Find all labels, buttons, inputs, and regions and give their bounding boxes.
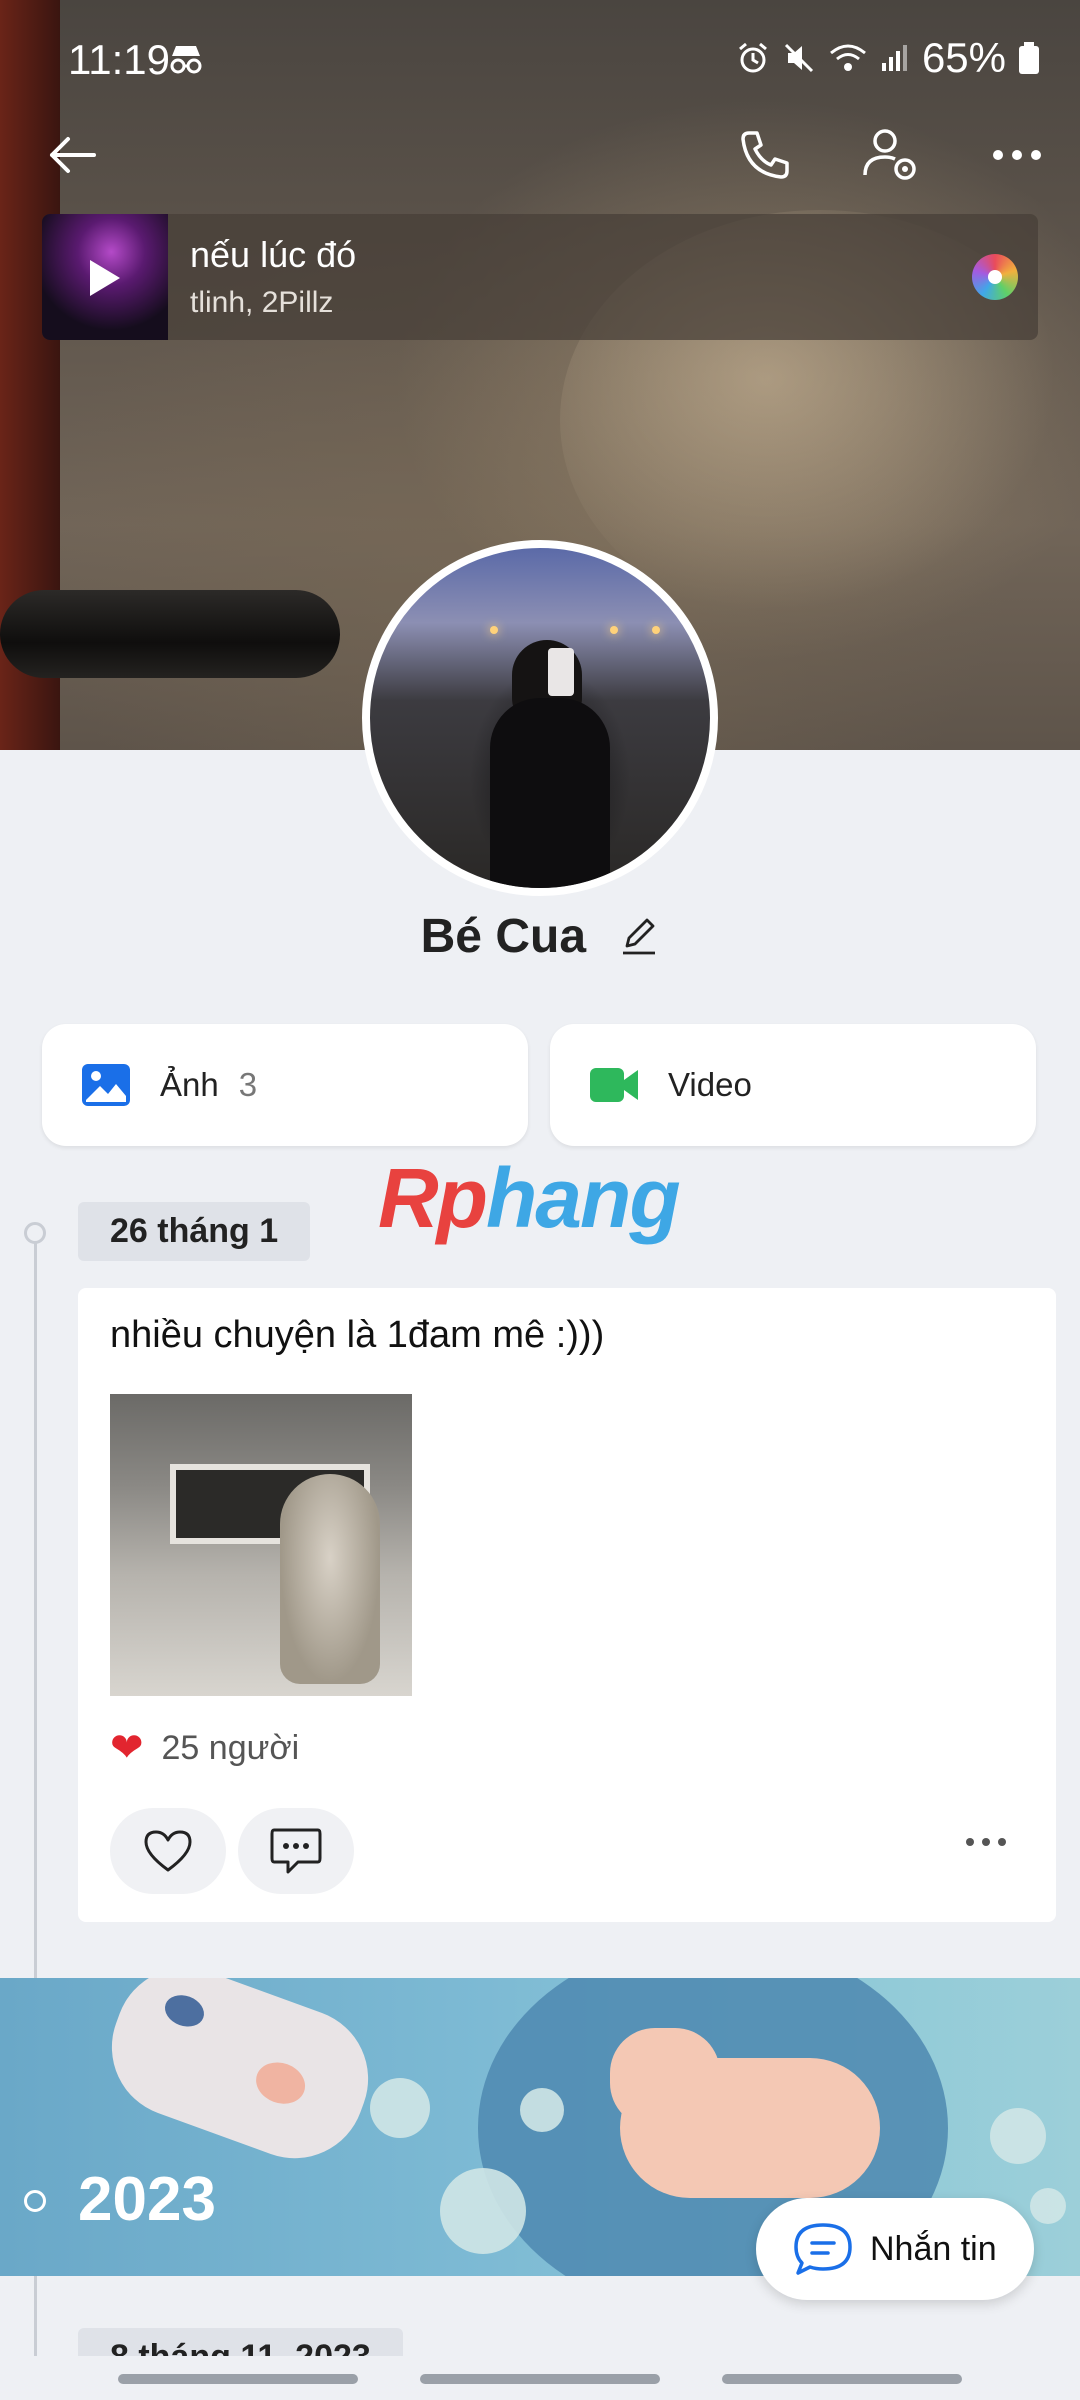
profile-music-card[interactable]: nếu lúc đó tlinh, 2Pillz bbox=[42, 214, 1038, 340]
more-horizontal-icon bbox=[993, 150, 1041, 160]
video-label: Video bbox=[668, 1066, 752, 1103]
dot bbox=[982, 1838, 990, 1846]
yarn-ball bbox=[520, 2088, 564, 2132]
alarm-icon bbox=[738, 42, 767, 73]
profile-settings-button[interactable] bbox=[856, 120, 926, 190]
avatar-light bbox=[610, 626, 618, 634]
incognito-icon bbox=[170, 46, 202, 74]
likes-count: 25 người bbox=[161, 1728, 300, 1767]
yarn-ball bbox=[990, 2108, 1046, 2164]
post-date-chip: 26 tháng 1 bbox=[78, 1202, 311, 1261]
post-text: nhiều chuyện là 1đam mê :))) bbox=[110, 1314, 605, 1356]
nav-handle[interactable] bbox=[118, 2374, 358, 2384]
yarn-ball bbox=[440, 2168, 526, 2254]
photo-cat bbox=[280, 1474, 380, 1684]
status-icons: 65% bbox=[736, 34, 1040, 82]
watermark-part: Rp bbox=[378, 1151, 488, 1245]
post-more-button[interactable] bbox=[966, 1838, 1006, 1846]
edit-pencil-icon[interactable] bbox=[619, 916, 659, 956]
profile-name-row: Bé Cua bbox=[0, 906, 1080, 964]
timeline-year-dot bbox=[24, 2190, 46, 2212]
system-nav-bar bbox=[0, 2356, 1080, 2400]
dot bbox=[998, 1838, 1006, 1846]
video-camera-icon bbox=[590, 1068, 638, 1102]
banner-cat-illustration bbox=[92, 1978, 388, 2178]
play-icon bbox=[90, 260, 120, 296]
timeline-dot bbox=[24, 1222, 46, 1244]
avatar-figure bbox=[490, 698, 610, 888]
post-photo[interactable] bbox=[110, 1394, 412, 1696]
photos-button[interactable]: Ảnh 3 bbox=[42, 1024, 528, 1146]
cover-handle bbox=[0, 590, 340, 678]
avatar-light bbox=[490, 626, 498, 634]
send-message-label: Nhắn tin bbox=[870, 2229, 997, 2268]
signal-icon bbox=[881, 45, 907, 71]
cat-spot bbox=[250, 2055, 311, 2111]
battery-icon bbox=[1019, 42, 1039, 74]
arrow-left-icon bbox=[50, 137, 96, 173]
wifi-icon bbox=[829, 44, 866, 71]
music-title: nếu lúc đó bbox=[190, 234, 357, 275]
avatar[interactable] bbox=[362, 540, 718, 896]
nav-handle[interactable] bbox=[420, 2374, 660, 2384]
music-thumbnail[interactable] bbox=[42, 214, 168, 340]
post-likes[interactable]: ❤ 25 người bbox=[110, 1728, 299, 1768]
post-card: nhiều chuyện là 1đam mê :))) ❤ 25 người bbox=[78, 1288, 1056, 1922]
top-nav bbox=[0, 110, 1080, 190]
watermark-part: hang bbox=[485, 1151, 681, 1245]
send-message-button[interactable]: Nhắn tin bbox=[756, 2198, 1034, 2300]
dot bbox=[966, 1838, 974, 1846]
call-button[interactable] bbox=[730, 120, 800, 190]
year-label: 2023 bbox=[78, 2165, 216, 2234]
photos-label: Ảnh bbox=[160, 1066, 219, 1103]
nav-handle[interactable] bbox=[722, 2374, 962, 2384]
back-button[interactable] bbox=[38, 120, 108, 190]
status-bar: 11:19 65% bbox=[0, 0, 1080, 120]
image-icon bbox=[82, 1064, 130, 1106]
cat-spot bbox=[160, 1989, 209, 2032]
status-time: 11:19 bbox=[68, 36, 170, 83]
comment-button[interactable] bbox=[238, 1808, 354, 1894]
banner-cat-head bbox=[610, 2028, 720, 2128]
yarn-ball bbox=[1030, 2188, 1066, 2224]
more-options-button[interactable] bbox=[982, 120, 1052, 190]
avatar-light bbox=[652, 626, 660, 634]
heart-filled-icon: ❤ bbox=[110, 1726, 144, 1770]
phone-icon bbox=[741, 131, 789, 179]
chat-bubble-icon bbox=[794, 2223, 852, 2275]
watermark-logo: Rphang bbox=[378, 1150, 681, 1247]
heart-outline-icon bbox=[144, 1830, 192, 1872]
mute-icon bbox=[784, 43, 813, 73]
avatar-phone bbox=[548, 648, 574, 696]
music-artist: tlinh, 2Pillz bbox=[190, 286, 334, 319]
video-button[interactable]: Video bbox=[550, 1024, 1036, 1146]
profile-name: Bé Cua bbox=[420, 909, 587, 963]
photos-count: 3 bbox=[238, 1066, 258, 1103]
yarn-ball bbox=[370, 2078, 430, 2138]
battery-percent: 65% bbox=[921, 34, 1006, 81]
comment-icon bbox=[270, 1828, 322, 1874]
music-disc-icon bbox=[972, 254, 1018, 300]
user-settings-icon bbox=[863, 129, 916, 180]
like-button[interactable] bbox=[110, 1808, 226, 1894]
